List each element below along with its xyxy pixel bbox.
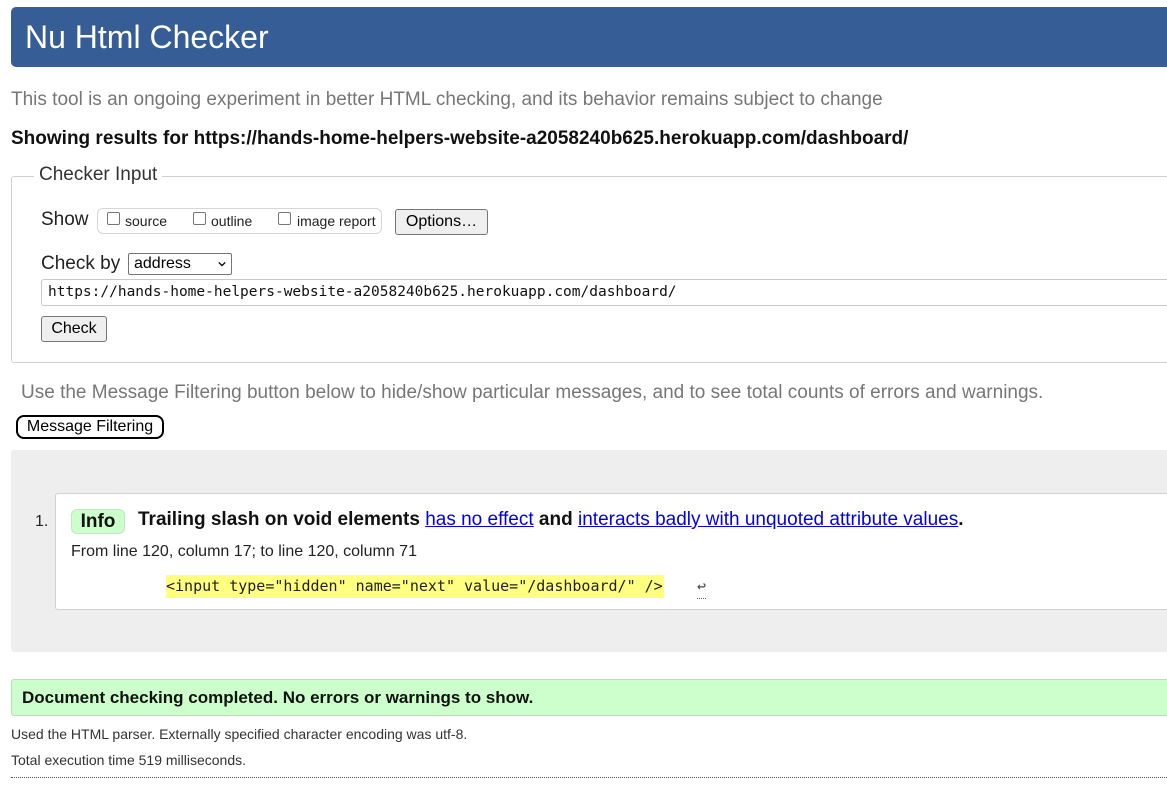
has-no-effect-link[interactable]: has no effect — [425, 509, 533, 530]
line-feed-icon: ↩ — [697, 575, 707, 599]
check-by-select-value: address — [134, 255, 191, 272]
source-checkbox[interactable] — [107, 212, 120, 225]
timing-note: Total execution time 519 milliseconds. — [11, 752, 247, 768]
message-location: From line 120, column 17; to line 120, c… — [71, 543, 417, 560]
message-number: 1. — [35, 513, 49, 530]
parser-note: Used the HTML parser. Externally specifi… — [11, 726, 468, 742]
showing-results-heading: Showing results for https://hands-home-h… — [11, 128, 909, 149]
message-text-before: Trailing slash on void elements — [138, 509, 426, 530]
options-button[interactable]: Options… — [395, 209, 488, 235]
message-filtering-button[interactable]: Message Filtering — [16, 415, 164, 439]
message-text-after: . — [958, 509, 964, 530]
show-label: Show — [41, 209, 89, 230]
source-checkbox-label[interactable]: source — [125, 213, 167, 229]
intro-text: This tool is an ongoing experiment in be… — [11, 89, 883, 110]
info-badge: Info — [71, 509, 125, 534]
image-report-checkbox-label[interactable]: image report — [297, 213, 376, 229]
message-text-middle: and — [533, 509, 578, 530]
chevron-down-icon — [218, 261, 226, 267]
message-text: Trailing slash on void elements has no e… — [138, 509, 964, 531]
code-extract: <input type="hidden" name="next" value="… — [166, 575, 664, 598]
unquoted-attribute-values-link[interactable]: interacts badly with unquoted attribute … — [578, 509, 958, 530]
completion-text: Document checking completed. No errors o… — [22, 688, 534, 707]
filter-note: Use the Message Filtering button below t… — [21, 382, 1044, 403]
outline-checkbox[interactable] — [193, 212, 206, 225]
check-button[interactable]: Check — [41, 316, 107, 342]
divider — [11, 777, 1167, 778]
completion-banner: Document checking completed. No errors o… — [11, 679, 1167, 716]
check-by-select[interactable]: address — [128, 253, 232, 275]
page-title: Nu Html Checker — [25, 19, 269, 55]
url-input[interactable]: https://hands-home-helpers-website-a2058… — [41, 279, 1167, 306]
checker-input-legend: Checker Input — [34, 164, 163, 186]
header-bar: Nu Html Checker — [11, 7, 1167, 67]
outline-checkbox-label[interactable]: outline — [211, 213, 252, 229]
check-by-label: Check by — [41, 253, 121, 274]
image-report-checkbox[interactable] — [278, 212, 291, 225]
